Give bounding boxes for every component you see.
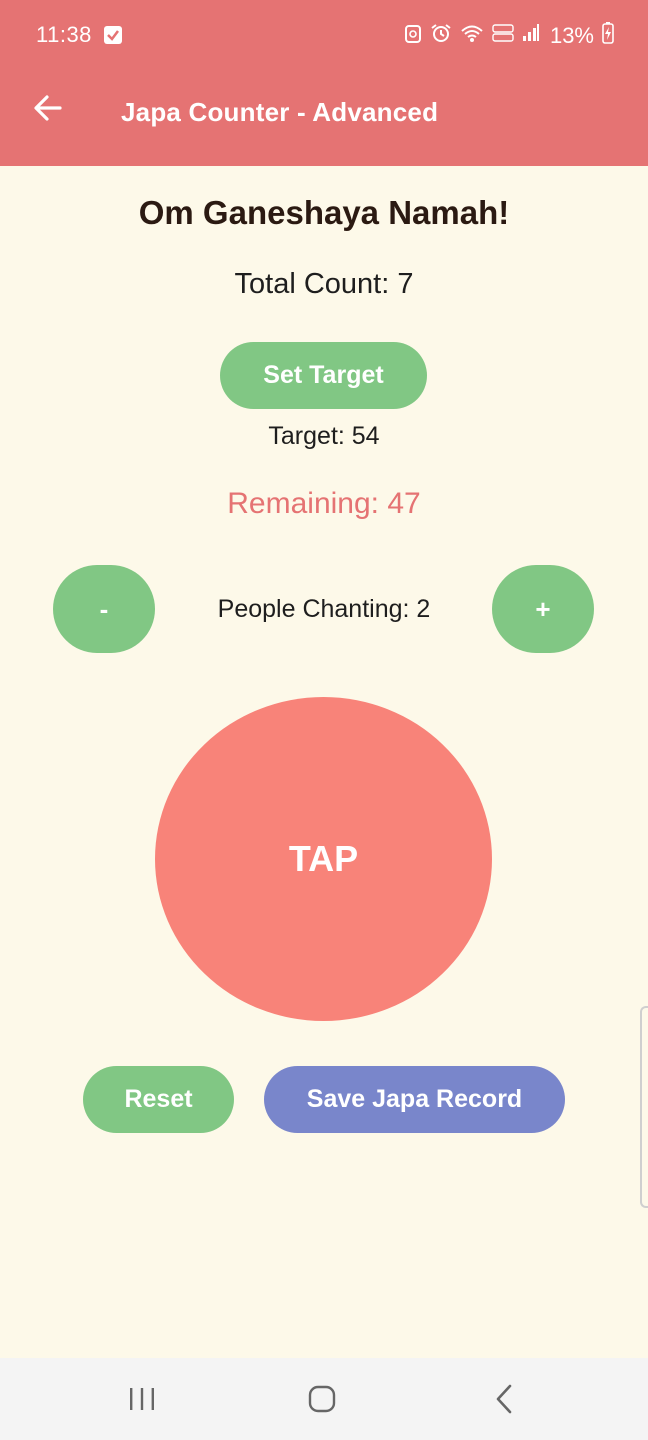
home-icon[interactable] <box>302 1380 342 1420</box>
total-count: Total Count: 7 <box>234 268 414 300</box>
alarm-icon <box>430 23 452 49</box>
navigation-bar <box>0 1358 648 1440</box>
status-icons: 13% <box>404 22 614 50</box>
greeting-heading: Om Ganeshaya Namah! <box>138 194 510 231</box>
back-arrow-icon[interactable] <box>30 90 66 126</box>
app-title: Japa Counter - Advanced <box>121 97 439 127</box>
tap-button[interactable]: TAP <box>155 697 492 1021</box>
volte-icon <box>492 23 514 49</box>
battery-charging-icon <box>602 22 614 50</box>
people-chanting: People Chanting: 2 <box>217 595 431 623</box>
status-time: 11:38 <box>36 22 92 47</box>
decrease-people-button[interactable]: - <box>53 565 155 653</box>
back-icon[interactable] <box>484 1380 524 1420</box>
increase-people-button[interactable]: + <box>492 565 594 653</box>
set-target-button[interactable]: Set Target <box>220 342 427 409</box>
checkmark-icon <box>104 26 122 44</box>
edge-panel-handle[interactable] <box>640 1006 648 1208</box>
wifi-icon <box>460 23 484 49</box>
battery-percentage: 13% <box>549 23 594 48</box>
target-value: Target: 54 <box>268 422 380 450</box>
remaining-value: Remaining: 47 <box>227 487 421 520</box>
signal-icon <box>522 23 540 49</box>
recents-icon[interactable] <box>122 1380 162 1420</box>
save-japa-record-button[interactable]: Save Japa Record <box>264 1066 565 1133</box>
reset-button[interactable]: Reset <box>83 1066 234 1133</box>
recycle-icon <box>404 23 422 49</box>
app-header: 11:38 13% Japa Counter - Advanced <box>0 0 648 166</box>
